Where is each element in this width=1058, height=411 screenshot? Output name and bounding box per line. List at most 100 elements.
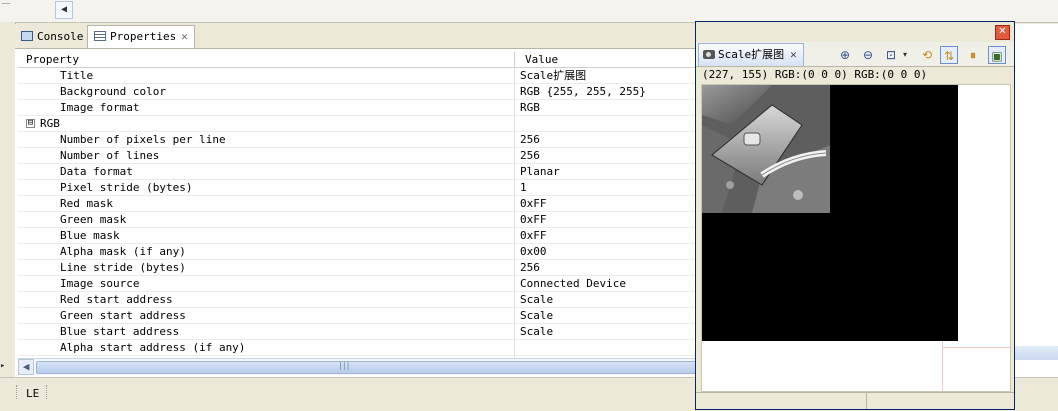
table-row[interactable]: Pixel stride (bytes) 1 <box>18 180 695 196</box>
property-value[interactable]: 256 <box>520 148 540 163</box>
camera-icon <box>703 50 715 59</box>
tab-properties-label: Properties <box>110 30 177 43</box>
property-name: Blue start address <box>60 325 180 338</box>
pixel-coords-readout: (227, 155) RGB:(0 0 0) RGB:(0 0 0) <box>702 68 928 81</box>
table-row[interactable]: Number of pixels per line 256 <box>18 132 695 148</box>
property-name: Line stride (bytes) <box>60 261 186 274</box>
column-divider <box>514 228 515 243</box>
table-row[interactable]: Line stride (bytes) 256 <box>18 260 695 276</box>
table-row[interactable]: Image source Connected Device <box>18 276 695 292</box>
property-name: Data format <box>60 165 133 178</box>
properties-table: Property Value Title Scale扩展图 Background c… <box>18 52 695 372</box>
column-divider <box>514 180 515 195</box>
console-icon <box>21 31 33 41</box>
close-icon[interactable]: ✕ <box>181 30 188 43</box>
property-value[interactable]: 0xFF <box>520 212 547 227</box>
column-divider <box>514 84 515 99</box>
status-separator <box>46 385 49 399</box>
tab-image-view[interactable]: Scale扩展图 ✕ <box>698 43 804 66</box>
column-divider <box>514 116 515 131</box>
property-value[interactable]: 0x00 <box>520 244 547 259</box>
property-value[interactable]: Planar <box>520 164 560 179</box>
property-name: Image format <box>60 101 140 114</box>
tab-console-label: Console <box>37 30 84 43</box>
zoom-in-icon[interactable]: ⊕ <box>836 46 854 64</box>
property-value[interactable]: 0xFF <box>520 196 547 211</box>
property-name: Background color <box>60 85 166 98</box>
property-value[interactable]: Scale <box>520 308 553 323</box>
property-name: Pixel stride (bytes) <box>60 181 193 194</box>
column-divider <box>514 212 515 227</box>
column-divider <box>514 340 515 355</box>
guide-line-horizontal <box>942 347 1010 348</box>
property-value[interactable]: Connected Device <box>520 276 626 291</box>
status-separator <box>16 385 19 399</box>
table-row[interactable]: Alpha start address (if any) <box>18 340 695 356</box>
table-row[interactable]: Background color RGB {255, 255, 255} <box>18 84 695 100</box>
property-value[interactable]: RGB <box>520 100 540 115</box>
property-value[interactable]: 1 <box>520 180 527 195</box>
table-row[interactable]: Blue start address Scale <box>18 324 695 340</box>
table-row[interactable]: Image format RGB <box>18 100 695 116</box>
table-row[interactable]: Data format Planar <box>18 164 695 180</box>
table-row[interactable]: Green start address Scale <box>18 308 695 324</box>
flip-icon[interactable]: ⇅ <box>940 46 958 64</box>
property-name: Title <box>60 69 94 82</box>
property-name: Blue mask <box>60 229 120 242</box>
column-header-value[interactable]: Value <box>525 53 558 66</box>
sem-image <box>702 85 830 213</box>
view-tab-bar: Console Properties ✕ <box>15 24 695 49</box>
property-value[interactable]: 256 <box>520 132 540 147</box>
property-value[interactable]: 256 <box>520 260 540 275</box>
property-value[interactable]: RGB {255, 255, 255} <box>520 84 646 99</box>
zoom-out-icon[interactable]: ⊖ <box>859 46 877 64</box>
scrollbar-thumb[interactable] <box>36 361 697 374</box>
scroll-left-arrow-icon[interactable]: ◀ <box>18 359 34 375</box>
horizontal-scrollbar[interactable]: ◀ ||| <box>18 358 697 375</box>
property-value[interactable]: Scale <box>520 292 553 307</box>
close-icon[interactable]: ✕ <box>790 48 797 61</box>
table-row[interactable]: Blue mask 0xFF <box>18 228 695 244</box>
chevron-down-icon[interactable]: ▾ <box>900 46 910 64</box>
image-canvas[interactable] <box>701 84 1011 392</box>
column-divider <box>514 324 515 339</box>
property-name: Number of pixels per line <box>60 133 226 146</box>
column-divider <box>514 68 515 83</box>
table-row[interactable]: Red start address Scale <box>18 292 695 308</box>
window-titlebar[interactable]: ✕ <box>696 22 1014 42</box>
column-divider[interactable] <box>514 52 515 67</box>
tree-collapse-icon[interactable]: ⊟ <box>26 119 35 128</box>
panel-left-arrow-icon[interactable]: ▸ <box>0 358 12 374</box>
column-divider <box>514 308 515 323</box>
tab-console[interactable]: Console <box>17 26 87 47</box>
table-group-row[interactable]: ⊟ RGB <box>18 116 695 132</box>
properties-icon <box>94 31 106 41</box>
table-row[interactable]: Red mask 0xFF <box>18 196 695 212</box>
property-value[interactable]: 0xFF <box>520 228 547 243</box>
column-divider <box>514 196 515 211</box>
zoom-fit-icon[interactable]: ⊡ <box>882 46 900 64</box>
window-status-separator <box>866 393 867 409</box>
scroll-left-button[interactable]: ◀ <box>55 1 73 19</box>
column-header-property[interactable]: Property <box>26 53 79 66</box>
table-row[interactable]: Title Scale扩展图 <box>18 68 695 84</box>
pause-icon[interactable]: ⏸ <box>964 46 982 64</box>
tab-properties[interactable]: Properties ✕ <box>87 25 195 48</box>
table-header: Property Value <box>18 52 695 68</box>
property-name: RGB <box>40 117 60 130</box>
rotate-icon[interactable]: ⟲ <box>918 46 936 64</box>
top-toolbar-strip: ┄┄ ◀ <box>0 0 1058 23</box>
right-scroll-track[interactable] <box>1015 346 1058 360</box>
window-close-button[interactable]: ✕ <box>995 25 1010 40</box>
property-name: Image source <box>60 277 140 290</box>
table-row[interactable]: Green mask 0xFF <box>18 212 695 228</box>
table-row[interactable]: Alpha mask (if any) 0x00 <box>18 244 695 260</box>
column-divider <box>514 292 515 307</box>
column-divider <box>514 148 515 163</box>
property-value[interactable]: Scale扩展图 <box>520 68 586 83</box>
guide-line-vertical <box>942 341 943 391</box>
table-row[interactable]: Number of lines 256 <box>18 148 695 164</box>
layout-icon[interactable]: ▣ <box>988 46 1006 64</box>
left-edge-strip <box>0 22 16 410</box>
property-value[interactable]: Scale <box>520 324 553 339</box>
